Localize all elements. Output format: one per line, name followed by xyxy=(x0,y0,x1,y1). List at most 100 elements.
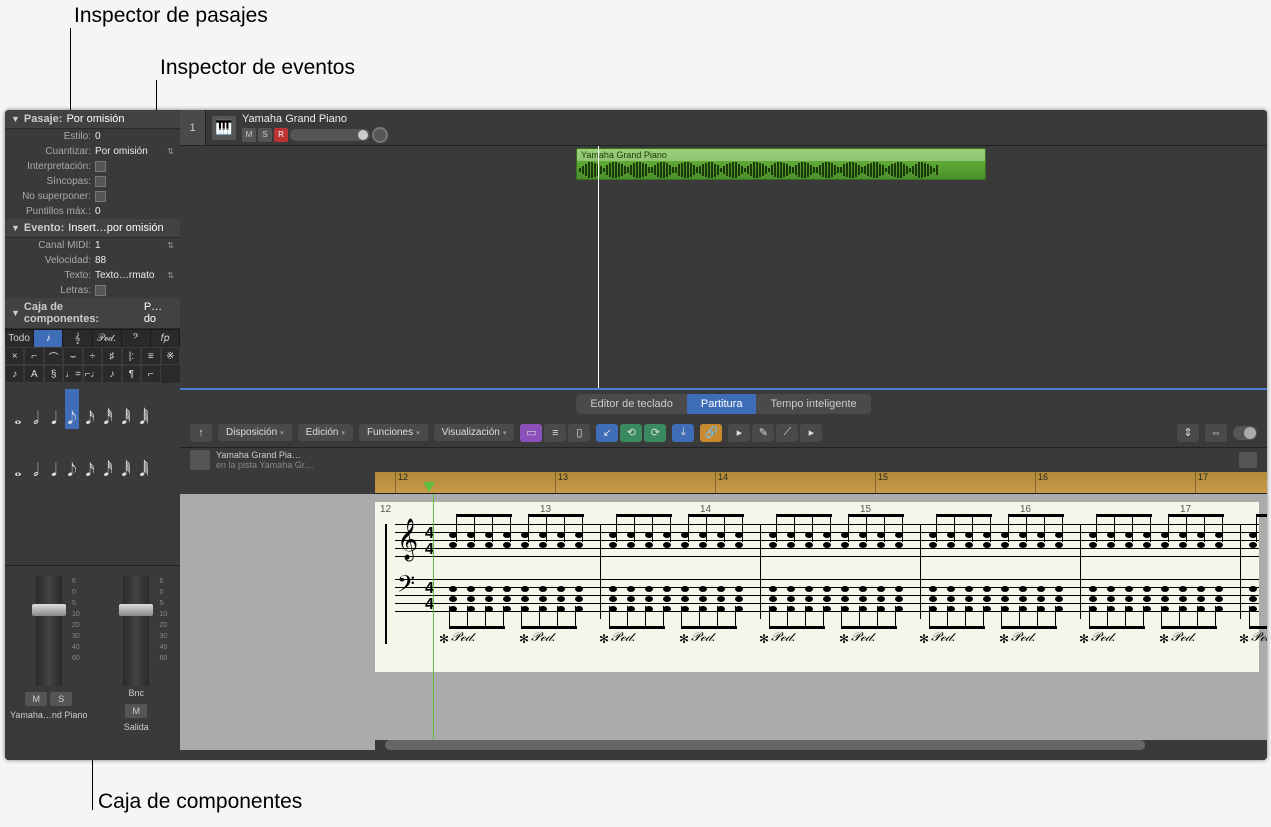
note-head[interactable] xyxy=(859,586,867,592)
note-head[interactable] xyxy=(859,596,867,602)
note-head[interactable] xyxy=(503,606,511,612)
note-head[interactable] xyxy=(645,606,653,612)
fader-knob[interactable] xyxy=(32,604,66,616)
note-head[interactable] xyxy=(717,586,725,592)
note-head[interactable] xyxy=(895,586,903,592)
note-head[interactable] xyxy=(539,586,547,592)
note-head[interactable] xyxy=(1001,542,1009,548)
note-head[interactable] xyxy=(823,596,831,602)
note-head[interactable] xyxy=(609,586,617,592)
midi-region[interactable]: Yamaha Grand Piano xyxy=(576,148,986,180)
text-row[interactable]: Texto: Texto…rmato ⇅ xyxy=(5,268,180,283)
part-box-header[interactable]: ▼ Caja de componentes: P…do xyxy=(5,298,180,329)
part-box-symbol[interactable]: ※ xyxy=(161,347,180,365)
note-head[interactable] xyxy=(717,596,725,602)
note-head[interactable] xyxy=(521,586,529,592)
note-head[interactable] xyxy=(947,606,955,612)
note-duration-5[interactable]: 𝅘𝅥𝅰 xyxy=(101,389,115,429)
part-box-symbol[interactable]: |: xyxy=(122,347,141,365)
note-head[interactable] xyxy=(539,606,547,612)
note-head[interactable] xyxy=(1143,586,1151,592)
note-head[interactable] xyxy=(823,606,831,612)
note-head[interactable] xyxy=(699,542,707,548)
lyrics-row[interactable]: Letras: xyxy=(5,283,180,298)
part-box-symbol[interactable]: ⌒ xyxy=(44,347,63,365)
note-head[interactable] xyxy=(1125,606,1133,612)
note-head[interactable] xyxy=(663,596,671,602)
midi-out-icon[interactable]: ⟲ xyxy=(620,424,642,442)
note-head[interactable] xyxy=(699,606,707,612)
arrange-area[interactable]: Yamaha Grand Piano xyxy=(180,146,1267,416)
note-head[interactable] xyxy=(859,542,867,548)
note-head[interactable] xyxy=(467,586,475,592)
note-head[interactable] xyxy=(787,586,795,592)
note-head[interactable] xyxy=(575,542,583,548)
layout-menu[interactable]: Disposición▾ xyxy=(218,424,292,441)
note-head[interactable] xyxy=(929,586,937,592)
playhead-marker[interactable] xyxy=(423,482,435,492)
note-head[interactable] xyxy=(877,606,885,612)
note-head[interactable] xyxy=(717,542,725,548)
part-box-symbol[interactable]: ♪ xyxy=(5,365,24,383)
note-head[interactable] xyxy=(1055,542,1063,548)
track-volume-slider[interactable] xyxy=(290,129,370,141)
interpretation-row[interactable]: Interpretación: xyxy=(5,159,180,174)
no-overlap-row[interactable]: No superponer: xyxy=(5,189,180,204)
note-head[interactable] xyxy=(787,606,795,612)
note-head[interactable] xyxy=(1001,596,1009,602)
note-duration-2[interactable]: 𝅘𝅥 xyxy=(47,441,61,481)
view-mode-page-icon[interactable]: ▯ xyxy=(568,424,590,442)
note-head[interactable] xyxy=(609,542,617,548)
note-head[interactable] xyxy=(575,606,583,612)
view-mode-wrapped-icon[interactable]: ≡ xyxy=(544,424,566,442)
part-box-symbol[interactable]: ♩= xyxy=(63,365,82,383)
part-box-symbol[interactable]: ⌐ xyxy=(141,365,160,383)
note-head[interactable] xyxy=(485,586,493,592)
note-head[interactable] xyxy=(1089,596,1097,602)
note-head[interactable] xyxy=(449,542,457,548)
note-head[interactable] xyxy=(983,606,991,612)
note-duration-0[interactable]: 𝅝 xyxy=(11,441,25,481)
note-head[interactable] xyxy=(717,606,725,612)
part-box-tab[interactable]: 𝄢 xyxy=(122,330,151,347)
note-head[interactable] xyxy=(1249,586,1257,592)
note-head[interactable] xyxy=(557,586,565,592)
note-head[interactable] xyxy=(1179,542,1187,548)
note-head[interactable] xyxy=(735,606,743,612)
note-head[interactable] xyxy=(895,606,903,612)
note-head[interactable] xyxy=(1019,586,1027,592)
note-head[interactable] xyxy=(1161,542,1169,548)
note-head[interactable] xyxy=(1197,596,1205,602)
note-head[interactable] xyxy=(1055,606,1063,612)
note-head[interactable] xyxy=(681,542,689,548)
part-box-tab[interactable]: Todo xyxy=(5,330,34,347)
note-head[interactable] xyxy=(929,542,937,548)
note-head[interactable] xyxy=(449,596,457,602)
view-mode-linear-icon[interactable]: ▭ xyxy=(520,424,542,442)
notes-area[interactable]: ✻𝒫ℯ𝒹.✻𝒫ℯ𝒹.✻𝒫ℯ𝒹.✻𝒫ℯ𝒹.✻𝒫ℯ𝒹.✻𝒫ℯ𝒹.✻𝒫ℯ𝒹.✻𝒫ℯ𝒹.… xyxy=(445,524,1259,644)
note-head[interactable] xyxy=(485,596,493,602)
note-head[interactable] xyxy=(681,586,689,592)
note-head[interactable] xyxy=(521,542,529,548)
note-duration-4[interactable]: 𝅘𝅥𝅯 xyxy=(83,389,97,429)
score-scrollbar-thumb[interactable] xyxy=(385,740,1145,750)
alt-tool-icon[interactable]: ▸ xyxy=(800,424,822,442)
part-box-tab[interactable]: 𝒫ℯ𝒹. xyxy=(93,330,122,347)
note-head[interactable] xyxy=(539,596,547,602)
note-head[interactable] xyxy=(1019,596,1027,602)
note-head[interactable] xyxy=(983,586,991,592)
lyrics-checkbox[interactable] xyxy=(95,285,106,296)
note-head[interactable] xyxy=(1249,606,1257,612)
note-head[interactable] xyxy=(1215,606,1223,612)
note-head[interactable] xyxy=(1197,586,1205,592)
velocity-row[interactable]: Velocidad: 88 xyxy=(5,253,180,268)
interpretation-checkbox[interactable] xyxy=(95,161,106,172)
note-head[interactable] xyxy=(877,596,885,602)
note-head[interactable] xyxy=(1125,586,1133,592)
part-box-tab[interactable]: ♪ xyxy=(34,330,63,347)
score-scrollbar-track[interactable] xyxy=(375,740,1267,750)
pointer-tool-icon[interactable]: ▸ xyxy=(728,424,750,442)
score-playhead[interactable] xyxy=(433,494,434,750)
note-head[interactable] xyxy=(1161,606,1169,612)
note-head[interactable] xyxy=(1143,596,1151,602)
